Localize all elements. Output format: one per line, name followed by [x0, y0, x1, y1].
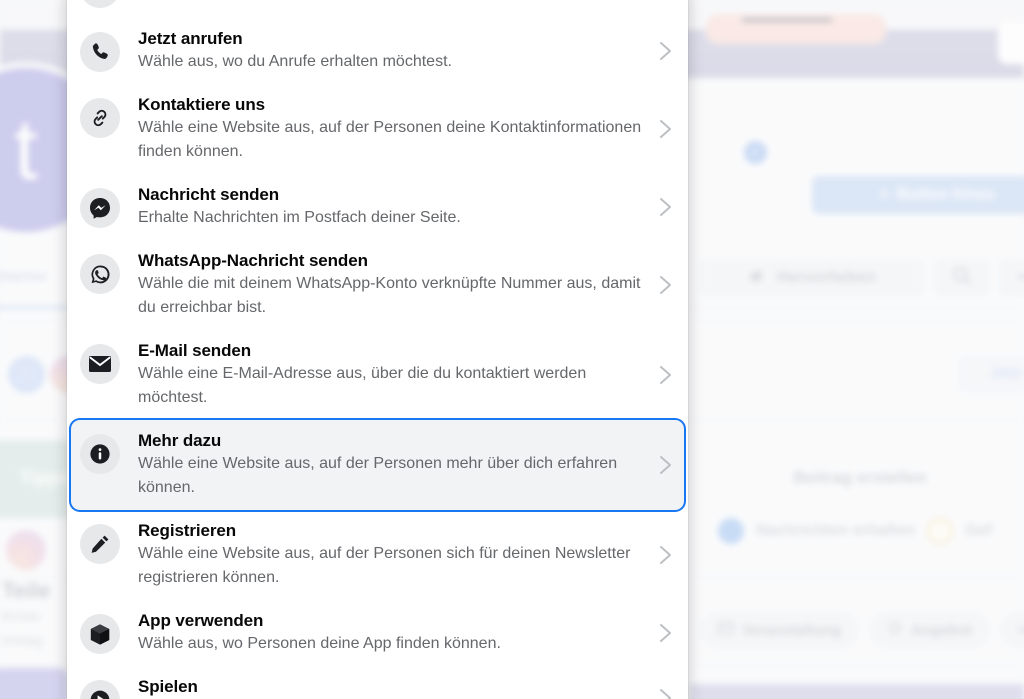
list-item-body: Jetzt anrufen Wähle aus, wo du Anrufe er…	[120, 28, 654, 74]
list-item[interactable]: Nachricht senden Erhalte Nachrichten im …	[71, 174, 684, 240]
list-item-title: Nachricht senden	[138, 185, 280, 204]
list-item[interactable]: Spielen	[71, 666, 684, 699]
whatsapp-icon	[80, 254, 120, 294]
list-item-description: Wähle eine E-Mail-Adresse aus, über die …	[138, 365, 587, 406]
list-item-description: Wähle eine Website aus, auf der Personen…	[138, 455, 618, 496]
play-icon	[80, 680, 120, 699]
list-item-title: Jetzt anrufen	[138, 29, 243, 48]
chevron-right-icon	[654, 274, 676, 296]
list-item-body: Spielen	[120, 676, 654, 698]
list-item-body: Registrieren Wähle eine Website aus, auf…	[120, 520, 654, 590]
list-item-title: App verwenden	[138, 611, 264, 630]
calendar-grid-icon	[80, 0, 120, 8]
list-item-body: App verwenden Wähle aus, wo Personen dei…	[120, 610, 654, 656]
list-item-body: WhatsApp-Nachricht senden Wähle die mit …	[120, 250, 654, 320]
screen: t ch) ✓ + Button hinzu Startse Hervorheb…	[0, 0, 1024, 699]
messenger-icon	[80, 188, 120, 228]
list-item[interactable]: WhatsApp-Nachricht senden Wähle die mit …	[71, 240, 684, 330]
list-item-body: Kontaktiere uns Wähle eine Website aus, …	[120, 94, 654, 164]
list-item[interactable]: Jetzt anrufen Wähle aus, wo du Anrufe er…	[71, 18, 684, 84]
list-item-title: Spielen	[138, 677, 198, 696]
info-circle-icon	[80, 434, 120, 474]
list-item-title: WhatsApp-Nachricht senden	[138, 251, 368, 270]
list-item-description: Wähle die mit deinem WhatsApp-Konto verk…	[138, 275, 641, 316]
chevron-right-icon	[654, 118, 676, 140]
cube-icon	[80, 614, 120, 654]
list-item-title: Registrieren	[138, 521, 237, 540]
button-type-menu-panel: Wähle aus, worüber Personen deine Servic…	[67, 0, 688, 699]
list-item-description: Wähle aus, wo du Anrufe erhalten möchtes…	[138, 53, 452, 70]
chevron-right-icon	[654, 544, 676, 566]
list-item[interactable]: App verwenden Wähle aus, wo Personen dei…	[71, 600, 684, 666]
chevron-right-icon	[654, 196, 676, 218]
list-item-selected[interactable]: Mehr dazu Wähle eine Website aus, auf de…	[71, 420, 684, 510]
list-item-description: Erhalte Nachrichten im Postfach deiner S…	[138, 209, 461, 226]
list-item-body: E-Mail senden Wähle eine E-Mail-Adresse …	[120, 340, 654, 410]
list-item-description: Wähle eine Website aus, auf der Personen…	[138, 119, 642, 160]
list-item[interactable]: E-Mail senden Wähle eine E-Mail-Adresse …	[71, 330, 684, 420]
list-item-title: Mehr dazu	[138, 431, 222, 450]
list-item-body: Mehr dazu Wähle eine Website aus, auf de…	[120, 430, 654, 500]
chevron-right-icon	[654, 364, 676, 386]
list-item[interactable]: Registrieren Wähle eine Website aus, auf…	[71, 510, 684, 600]
list-item[interactable]: Kontaktiere uns Wähle eine Website aus, …	[71, 84, 684, 174]
envelope-icon	[80, 344, 120, 384]
button-type-list: Wähle aus, worüber Personen deine Servic…	[67, 0, 688, 699]
chevron-right-icon	[654, 40, 676, 62]
pencil-icon	[80, 524, 120, 564]
list-item-description: Wähle eine Website aus, auf der Personen…	[138, 545, 631, 586]
chevron-right-icon	[654, 622, 676, 644]
list-item-title: Kontaktiere uns	[138, 95, 265, 114]
list-item-description: Wähle aus, wo Personen deine App finden …	[138, 635, 501, 652]
list-item-body: Nachricht senden Erhalte Nachrichten im …	[120, 184, 654, 230]
phone-icon	[80, 32, 120, 72]
chevron-right-icon	[654, 687, 676, 699]
list-item[interactable]: Wähle aus, worüber Personen deine Servic…	[71, 0, 684, 18]
list-item-title: E-Mail senden	[138, 341, 252, 360]
chevron-right-icon	[654, 454, 676, 476]
link-icon	[80, 98, 120, 138]
